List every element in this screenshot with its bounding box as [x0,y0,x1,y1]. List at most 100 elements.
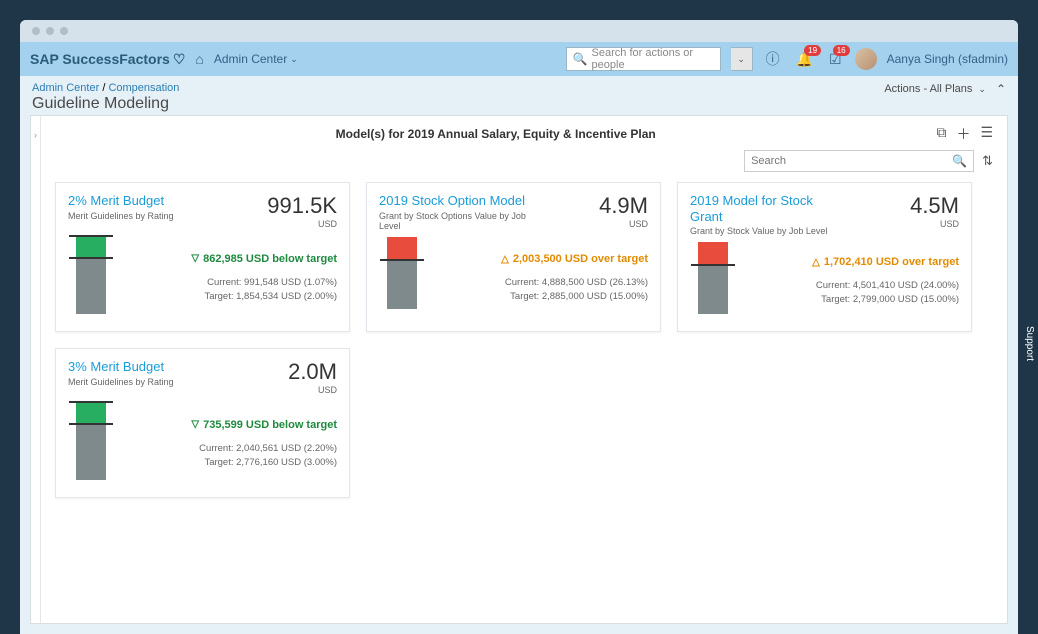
target-line: Target: 1,854,534 USD (2.00%) [113,291,337,302]
support-tab[interactable]: Support [1021,310,1038,377]
bar-segment-gray [76,425,106,480]
bar-chart [379,237,424,319]
copy-icon[interactable]: ⧉ [936,124,946,144]
card-header: 3% Merit Budget Merit Guidelines by Rati… [68,359,337,395]
search-dropdown[interactable]: ⌄ [731,47,753,71]
card-info: ▽ 735,599 USD below target Current: 2,04… [113,401,337,485]
avatar[interactable] [855,48,877,70]
card-title[interactable]: 2019 Model for Stock Grant [690,193,845,224]
product-name: SAP SuccessFactors [30,51,170,67]
menu-icon[interactable]: ☰ [980,124,993,144]
delta-line: △ 1,702,410 USD over target [735,256,959,268]
card-title[interactable]: 2% Merit Budget [68,193,174,209]
chevron-up-icon: ⌃ [996,82,1006,96]
current-line: Current: 4,501,410 USD (24.00%) [735,280,959,291]
triangle-icon: △ [501,254,509,265]
card-currency: USD [599,219,648,229]
triangle-icon: ▽ [191,419,199,430]
actions-label: Actions - All Plans [884,83,972,95]
card-value: 4.5M [910,193,959,219]
chevron-down-icon: ⌄ [978,84,986,95]
delta-text: 735,599 USD below target [203,419,337,431]
nav-admin-center[interactable]: Admin Center ⌄ [214,52,298,66]
target-line: Target: 2,885,000 USD (15.00%) [424,291,648,302]
page-title: Guideline Modeling [32,95,179,113]
card-subtitle: Grant by Stock Options Value by Job Leve… [379,211,534,231]
browser-frame: SAP SuccessFactors ♡ ⌂ Admin Center ⌄ 🔍 … [20,20,1018,634]
global-search[interactable]: 🔍 Search for actions or people [566,47,721,71]
search-icon[interactable]: 🔍 [952,154,967,168]
delta-line: ▽ 735,599 USD below target [113,419,337,431]
delta-line: ▽ 862,985 USD below target [113,253,337,265]
help-icon[interactable]: ⓘ [766,49,780,69]
window-dot[interactable] [46,27,54,35]
card-value: 2.0M [288,359,337,385]
actions-all-plans[interactable]: Actions - All Plans ⌄ ⌃ [884,82,1006,96]
bar-segment-top [76,403,106,423]
model-card[interactable]: 2% Merit Budget Merit Guidelines by Rati… [55,182,350,332]
model-card[interactable]: 2019 Stock Option Model Grant by Stock O… [366,182,661,332]
target-line: Target: 2,799,000 USD (15.00%) [735,294,959,305]
window-dot[interactable] [32,27,40,35]
bar-segment-gray [698,266,728,314]
card-currency: USD [267,219,337,229]
card-title[interactable]: 2019 Stock Option Model [379,193,534,209]
card-currency: USD [910,219,959,229]
card-body: ▽ 735,599 USD below target Current: 2,04… [68,401,337,485]
card-subtitle: Grant by Stock Value by Job Level [690,226,845,236]
panel-toolbar: ⧉ ＋ ☰ [936,124,993,144]
search-icon: 🔍 [573,52,588,66]
model-card[interactable]: 2019 Model for Stock Grant Grant by Stoc… [677,182,972,332]
bar-segment-top [698,242,728,264]
sort-icon[interactable]: ⇅ [982,153,993,169]
breadcrumb-row: Admin Center / Compensation Guideline Mo… [30,76,1008,115]
card-header: 2019 Stock Option Model Grant by Stock O… [379,193,648,231]
tasks-icon[interactable]: ☑ 16 [829,51,842,68]
card-info: ▽ 862,985 USD below target Current: 991,… [113,235,337,319]
bar-chart [68,401,113,485]
bar-segment-gray [387,261,417,309]
delta-text: 862,985 USD below target [203,253,337,265]
home-icon[interactable]: ⌂ [195,51,203,67]
card-header: 2019 Model for Stock Grant Grant by Stoc… [690,193,959,236]
chevron-down-icon: ⌄ [290,54,298,65]
expand-handle[interactable]: › [31,116,41,623]
card-title[interactable]: 3% Merit Budget [68,359,174,375]
card-value: 991.5K [267,193,337,219]
target-line: Target: 2,776,160 USD (3.00%) [113,457,337,468]
breadcrumb-admin[interactable]: Admin Center [32,82,99,94]
current-line: Current: 2,040,561 USD (2.20%) [113,443,337,454]
panel-search-row: 🔍 ⇅ [55,150,993,172]
tasks-badge: 16 [833,45,850,56]
triangle-icon: △ [812,257,820,268]
product-logo: SAP SuccessFactors ♡ [30,51,185,68]
card-currency: USD [288,385,337,395]
window-dot[interactable] [60,27,68,35]
main-area: Admin Center / Compensation Guideline Mo… [20,76,1018,634]
notification-badge: 19 [804,45,821,56]
bar-chart [68,235,113,319]
panel-search[interactable]: 🔍 [744,150,974,172]
card-body: △ 2,003,500 USD over target Current: 4,8… [379,237,648,319]
nav-link-label: Admin Center [214,52,287,66]
card-info: △ 2,003,500 USD over target Current: 4,8… [424,237,648,319]
bar-chart [690,242,735,319]
username-label: Aanya Singh (sfadmin) [887,52,1008,66]
add-icon[interactable]: ＋ [956,124,970,144]
breadcrumb: Admin Center / Compensation [32,82,179,94]
heart-icon: ♡ [173,51,186,68]
search-placeholder: Search for actions or people [592,47,714,71]
model-card[interactable]: 3% Merit Budget Merit Guidelines by Rati… [55,348,350,498]
notifications-icon[interactable]: 🔔 19 [796,51,813,68]
breadcrumb-compensation[interactable]: Compensation [108,82,179,94]
card-subtitle: Merit Guidelines by Rating [68,211,174,221]
content-panel: › Model(s) for 2019 Annual Salary, Equit… [30,115,1008,624]
panel-header: Model(s) for 2019 Annual Salary, Equity … [55,124,993,144]
delta-line: △ 2,003,500 USD over target [424,253,648,265]
card-info: △ 1,702,410 USD over target Current: 4,5… [735,242,959,319]
card-value: 4.9M [599,193,648,219]
window-controls [20,20,1018,42]
panel-search-input[interactable] [751,155,952,167]
bar-segment-top [387,237,417,259]
current-line: Current: 991,548 USD (1.07%) [113,277,337,288]
